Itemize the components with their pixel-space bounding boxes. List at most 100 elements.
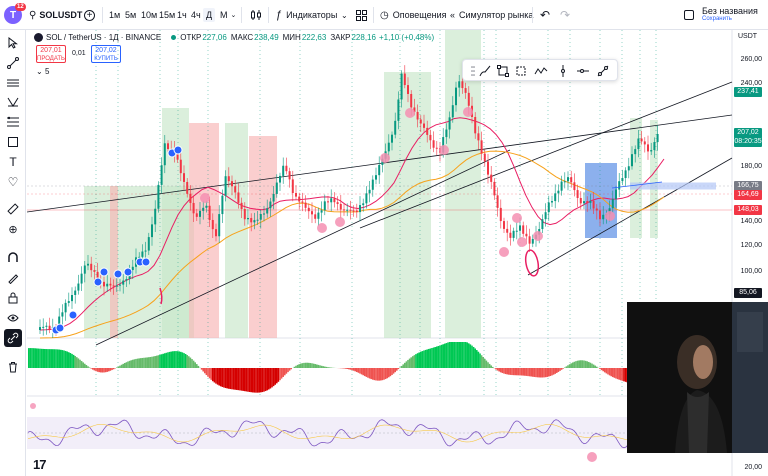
interval-1d[interactable]: Д [203,0,216,30]
alerts-button[interactable]: ◷ Оповещения [380,0,446,30]
interval-4h[interactable]: 4ч [191,0,201,30]
histogram-bar [268,368,270,390]
trend-line-icon[interactable] [4,54,22,72]
chevron-down-icon[interactable]: ⌄ [341,0,348,30]
candle-body [154,208,157,225]
candle-body [631,154,633,167]
path-icon[interactable] [513,63,529,79]
candle-body [432,140,435,148]
candle-body [323,201,326,211]
histogram-bar [218,368,220,386]
histogram-bar [500,368,502,373]
trash-icon[interactable] [4,358,22,376]
symbol-title[interactable]: SOL / TetherUS · 1Д · BINANCE [46,33,161,42]
histogram-bar [453,342,456,368]
candle-body [144,250,147,252]
candle-body [115,285,118,287]
indicators-button[interactable]: ƒ Индикаторы [276,0,337,30]
candle-body [503,221,505,229]
ray-icon[interactable] [595,63,611,79]
histogram-bar [444,343,446,368]
rectangle-icon[interactable] [4,133,22,151]
link-icon[interactable] [4,329,22,347]
cursor-icon[interactable] [4,34,22,52]
rsi-tick: 20,00 [744,464,762,471]
heart-icon[interactable]: ♡ [4,173,22,191]
histogram-bar [61,350,64,368]
rectangle-icon[interactable] [495,63,511,79]
interval-15m[interactable]: 15м [159,0,175,30]
highlight-zone [225,123,248,338]
histogram-bar [290,368,292,370]
candle-body [215,229,217,237]
histogram-bar [272,368,275,387]
candle-body [653,142,656,151]
chart-legend: SOL / TetherUS · 1Д · BINANCE ОТКР 227,06… [34,31,434,43]
interval-10m[interactable]: 10м [141,0,157,30]
candle-body [179,159,182,174]
text-icon[interactable]: T [4,153,22,171]
undo-icon[interactable]: ↶ [540,0,550,30]
histogram-bar [178,351,180,368]
avatar-letter: T [9,9,17,21]
candle-body [218,214,221,237]
layout-checkbox[interactable] [684,0,694,30]
highlight-zone [249,136,277,338]
sell-button[interactable]: 207,01 ПРОДАТЬ [36,45,66,63]
templates-icon[interactable] [356,0,367,30]
indicators-toggle[interactable]: ⌄ 5 [36,67,49,76]
candle-body [496,195,499,208]
fib-icon[interactable] [4,113,22,131]
avatar[interactable]: T 12 [4,0,26,30]
candle-body [554,193,557,202]
brush-icon[interactable] [477,63,493,79]
histogram-bar [605,368,608,374]
histogram-bar [245,368,248,392]
histogram-bar [127,361,129,368]
zigzag-icon[interactable] [533,63,549,79]
candle-body [183,173,185,182]
histogram-bar [378,368,380,381]
candles-icon[interactable] [250,0,262,30]
histogram-bar [564,367,566,368]
histogram-bar [402,364,404,368]
histogram-bar [32,348,35,368]
zoom-in-icon[interactable]: ⊕ [4,220,22,238]
sell-marker [317,223,327,233]
plus-circle-icon[interactable]: + [84,0,95,30]
pencil-lock-icon[interactable] [4,269,22,287]
ruler-icon[interactable] [4,200,22,218]
symbol-search[interactable]: ⚲ SOLUSDT [29,0,82,30]
interval-1h[interactable]: 1ч [177,0,187,30]
interval-1m[interactable]: 1м [109,0,120,30]
interval-5m[interactable]: 5м [125,0,136,30]
pattern-icon[interactable] [4,93,22,111]
lock-icon[interactable] [4,289,22,307]
candle-body [333,198,336,203]
candle-body [650,150,653,152]
buy-marker [123,267,133,277]
interval-1M[interactable]: М ⌄ [220,0,236,30]
candle-body [477,133,480,141]
buy-button[interactable]: 207,02 КУПИТЬ [91,45,121,63]
horizontal-lines-icon[interactable] [4,74,22,92]
vertical-line-icon[interactable] [555,63,571,79]
candle-body [634,149,637,155]
redo-icon[interactable]: ↷ [560,0,570,30]
histogram-bar [581,360,584,368]
horizontal-ray-icon[interactable] [575,63,591,79]
histogram-bar [488,363,491,368]
candle-body [119,284,121,286]
histogram-bar [324,366,326,368]
histogram-bar [256,368,259,393]
eye-icon[interactable] [4,309,22,327]
candle-body [461,81,464,89]
buy-marker [141,257,151,267]
replay-button[interactable]: « Симулятор рынка [450,0,533,30]
histogram-bar [101,368,104,373]
histogram-bar [543,368,545,378]
layout-name-block[interactable]: Без названия Сохранить [702,6,764,22]
histogram-bar [480,355,483,368]
histogram-bar [149,356,152,368]
magnet-icon[interactable] [4,249,22,267]
